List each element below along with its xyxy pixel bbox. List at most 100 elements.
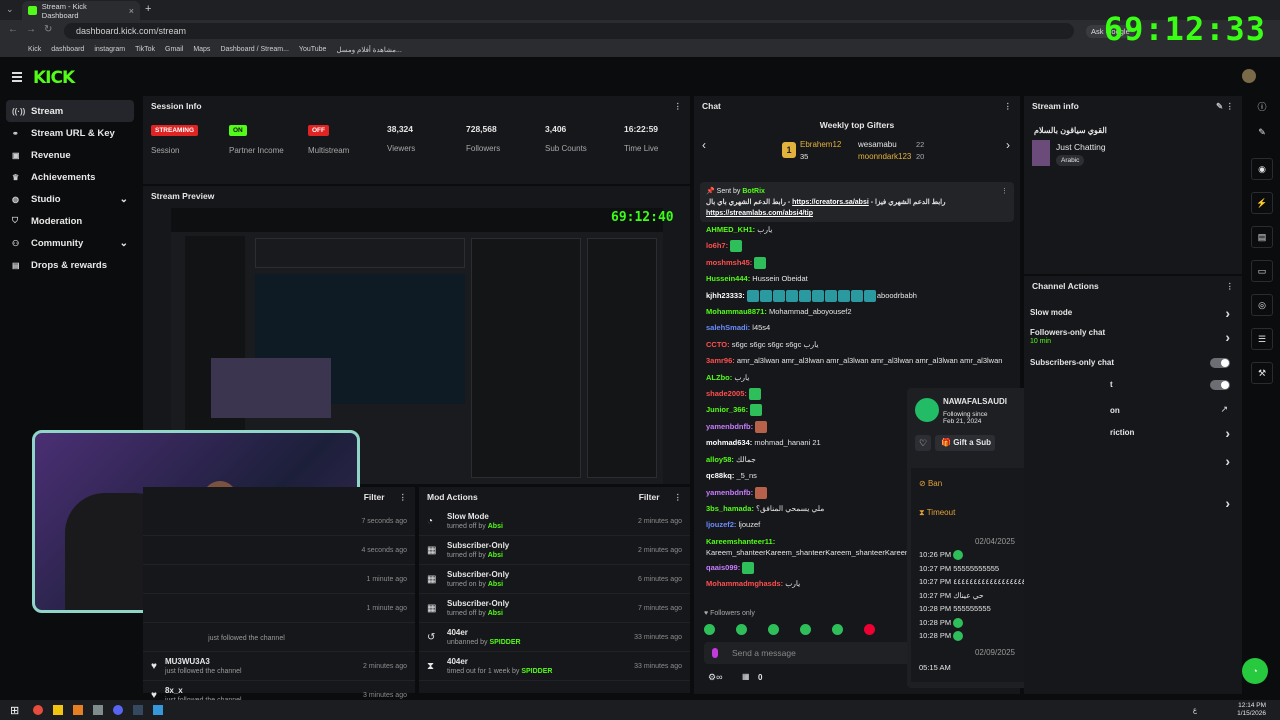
edit-icon[interactable]: ✎ ⋮	[1216, 101, 1234, 112]
chevron-right-icon[interactable]: ›	[1225, 329, 1230, 345]
chevron-right-icon[interactable]: ›	[1225, 305, 1230, 321]
pencil-icon[interactable]: ✎	[1256, 127, 1268, 138]
chevron-right-icon[interactable]: ›	[1225, 453, 1230, 469]
bookmark-item[interactable]: TikTok	[135, 46, 155, 53]
more-icon[interactable]: ⋮	[674, 101, 683, 112]
channel-action-7[interactable]: ›	[1030, 494, 1236, 512]
chat-username[interactable]: Kareemshanteer11:	[706, 537, 775, 546]
avatar[interactable]	[1242, 69, 1256, 83]
wrench-icon[interactable]: ⚒	[1251, 362, 1273, 384]
chat-username[interactable]: CCTO:	[706, 340, 730, 349]
gifter-1-name[interactable]: Ebrahem12	[800, 140, 841, 149]
chat-username[interactable]: moshmsh45:	[706, 258, 752, 267]
bookmark-item[interactable]: dashboard	[51, 46, 84, 53]
moderator-name[interactable]: Absi	[488, 523, 503, 530]
chat-username[interactable]: alloy58:	[706, 455, 734, 464]
browser-tab[interactable]: Stream - Kick Dashboard ×	[22, 1, 140, 20]
chat-username[interactable]: Hussein444:	[706, 274, 750, 283]
sidebar-item-revenue[interactable]: ▣ Revenue	[6, 144, 134, 166]
gifter-3-name[interactable]: moonndark123	[858, 152, 911, 161]
toggle-switch[interactable]	[1210, 380, 1230, 390]
chat-username[interactable]: Mohammau8871:	[706, 307, 767, 316]
channel-action-4[interactable]: on ↗	[1030, 402, 1236, 420]
camera-icon[interactable]: ◉	[1251, 158, 1273, 180]
kick-logo[interactable]: KICK	[33, 68, 75, 88]
category-name[interactable]: Just Chatting	[1056, 142, 1106, 152]
emote-button[interactable]	[704, 624, 715, 635]
chat-settings-icon[interactable]: ⚙∞	[708, 672, 722, 683]
more-icon[interactable]: ⋮	[399, 492, 408, 503]
sidebar-item-achievements[interactable]: ♛ Achievements	[6, 166, 134, 188]
more-icon[interactable]: ⋮	[674, 492, 683, 503]
emote-button[interactable]	[864, 624, 875, 635]
sidebar-item-drops-rewards[interactable]: ▤ Drops & rewards	[6, 254, 134, 276]
sidebar-item-community[interactable]: ⚇ Community ⌄	[6, 232, 134, 254]
external-link-icon[interactable]: ↗	[1220, 404, 1228, 415]
chat-username[interactable]: salehSmadi:	[706, 323, 750, 332]
input-language[interactable]: ع	[1193, 706, 1197, 714]
bookmark-item[interactable]: Kick	[28, 46, 41, 53]
new-tab-icon[interactable]: +	[145, 3, 151, 15]
pinned-user[interactable]: BotRix	[742, 188, 765, 195]
chat-username[interactable]: AHMED_KH1:	[706, 225, 755, 234]
document-icon[interactable]: ▤	[1251, 226, 1273, 248]
user-avatar[interactable]	[915, 398, 939, 422]
sidebar-item-stream[interactable]: ((·)) Stream	[6, 100, 134, 122]
url-input[interactable]: dashboard.kick.com/stream	[64, 23, 1074, 39]
chat-username[interactable]: yamenbdnfb:	[706, 422, 753, 431]
sidebar-item-stream-url-key[interactable]: ⚭ Stream URL & Key	[6, 122, 134, 144]
moderator-name[interactable]: Absi	[488, 552, 503, 559]
unpin-icon[interactable]: ⋮	[1001, 186, 1008, 197]
back-forward-reload-icon[interactable]: ←→↻	[8, 24, 60, 35]
list-icon[interactable]: ☰	[1251, 328, 1273, 350]
emote-button[interactable]	[768, 624, 779, 635]
gifter-2-name[interactable]: wesamabu	[858, 140, 897, 149]
moderator-name[interactable]: SPIDDER	[489, 639, 520, 646]
bookmark-item[interactable]: YouTube	[299, 46, 327, 53]
chevron-right-icon[interactable]: ›	[1225, 495, 1230, 511]
bookmark-item[interactable]: Dashboard / Stream...	[220, 46, 288, 53]
chat-username[interactable]: ljouzef2:	[706, 520, 736, 529]
chevron-down-icon[interactable]: ⌄	[120, 194, 128, 205]
channel-action-2[interactable]: Subscribers-only chat	[1030, 354, 1236, 372]
channel-action-5[interactable]: riction ›	[1030, 424, 1236, 442]
chat-username[interactable]: Junior_366:	[706, 405, 748, 414]
sidebar-item-moderation[interactable]: ⛉ Moderation	[6, 210, 134, 232]
sidebar-item-studio[interactable]: ◍ Studio ⌄	[6, 188, 134, 210]
more-icon[interactable]: ⋮	[1226, 281, 1235, 292]
follow-heart-icon[interactable]: ♡	[915, 435, 931, 451]
filter-button[interactable]: Filter	[364, 492, 385, 502]
store-icon[interactable]: ▦	[742, 672, 750, 681]
chat-username[interactable]: qc88kq:	[706, 471, 734, 480]
next-arrow-icon[interactable]: ›	[1006, 138, 1010, 152]
support-chat-button[interactable]: ◔	[1242, 658, 1268, 684]
more-icon[interactable]: ⋮	[1004, 101, 1013, 112]
emote-button[interactable]	[736, 624, 747, 635]
activity-user[interactable]: 8x_x	[165, 686, 242, 695]
prev-arrow-icon[interactable]: ‹	[702, 138, 706, 152]
tab-list-icon[interactable]: ⌄	[6, 4, 14, 15]
chat-icon[interactable]: ▭	[1251, 260, 1273, 282]
bookmark-item[interactable]: instagram	[94, 46, 125, 53]
chat-username[interactable]: ALZbo:	[706, 373, 732, 382]
bookmark-item[interactable]: مشاهدة أفلام ومسل...	[336, 46, 401, 54]
chat-username[interactable]: qaais099:	[706, 563, 740, 572]
chevron-right-icon[interactable]: ›	[1225, 425, 1230, 441]
filter-button[interactable]: Filter	[639, 492, 660, 503]
moderator-name[interactable]: Absi	[488, 581, 503, 588]
moderator-name[interactable]: Absi	[488, 610, 503, 617]
info-icon[interactable]: ⓘ	[1256, 100, 1268, 113]
chat-username[interactable]: yamenbdnfb:	[706, 488, 753, 497]
menu-icon[interactable]	[12, 72, 22, 84]
close-tab-icon[interactable]: ×	[129, 6, 134, 16]
chat-username[interactable]: 3bs_hamada:	[706, 504, 754, 513]
channel-action-3[interactable]: t	[1030, 376, 1236, 394]
chat-username[interactable]: 3amr96:	[706, 356, 735, 365]
bookmark-item[interactable]: Gmail	[165, 46, 183, 53]
broadcast-icon[interactable]: ◎	[1251, 294, 1273, 316]
pinned-link-1[interactable]: https://creators.sa/absi	[792, 199, 869, 206]
chat-username[interactable]: lo6h7:	[706, 241, 728, 250]
chevron-down-icon[interactable]: ⌄	[120, 238, 128, 249]
emote-bar[interactable]	[704, 624, 904, 638]
moderator-name[interactable]: SPIDDER	[521, 668, 552, 675]
